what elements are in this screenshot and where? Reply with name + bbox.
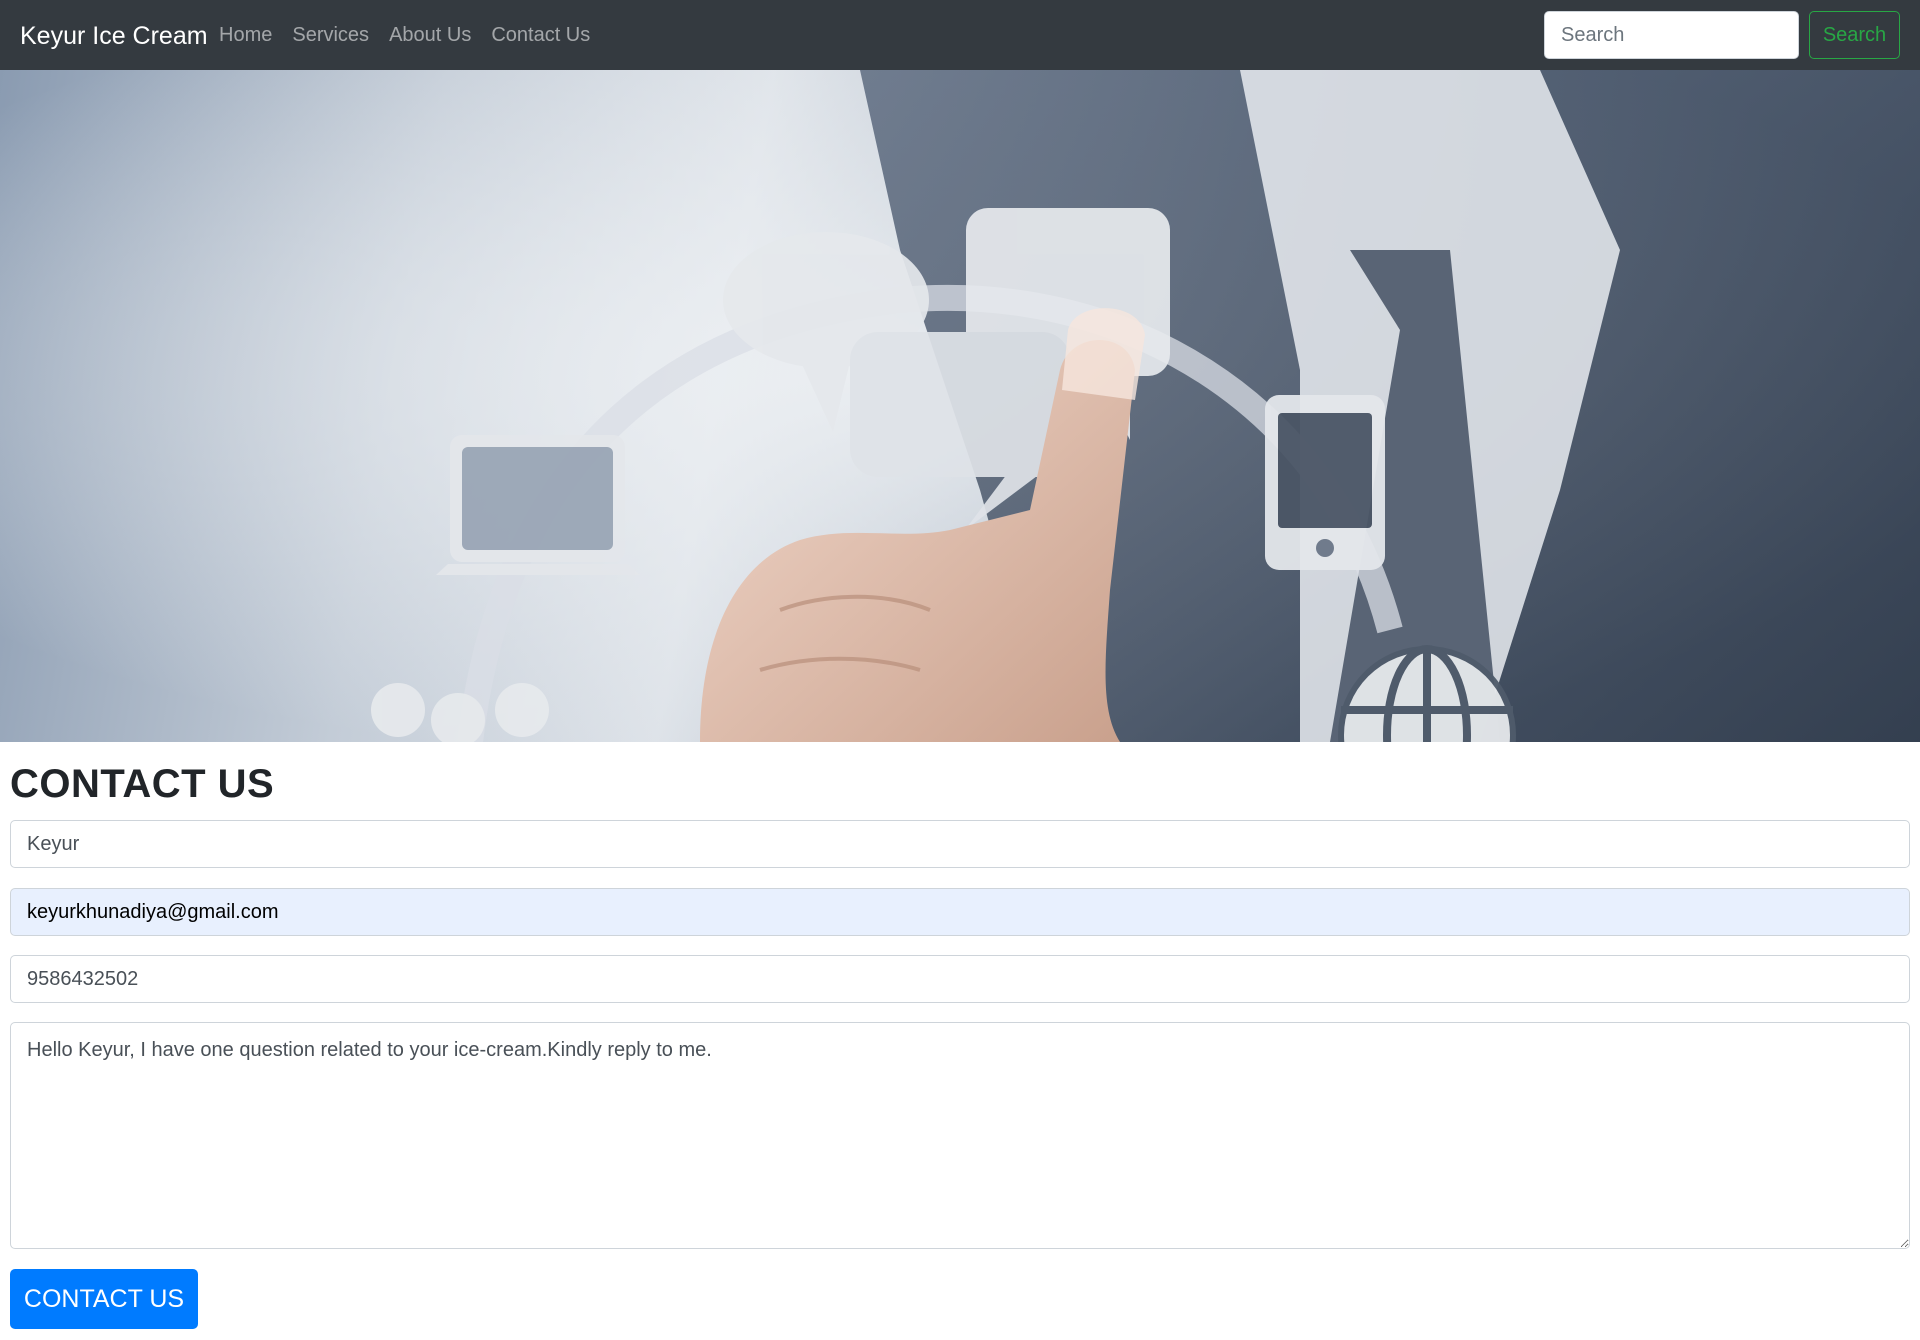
- phone-field[interactable]: [10, 955, 1910, 1003]
- nav-link-about-us[interactable]: About Us: [389, 24, 471, 47]
- email-field[interactable]: [10, 888, 1910, 936]
- nav-links: Home Services About Us Contact Us: [219, 0, 610, 70]
- hero-illustration: [0, 70, 1920, 742]
- search-input[interactable]: [1544, 11, 1799, 59]
- message-textarea[interactable]: Hello Keyur, I have one question related…: [10, 1022, 1910, 1249]
- hero-banner-image: [0, 70, 1920, 742]
- name-field[interactable]: [10, 820, 1910, 868]
- brand-logo-link[interactable]: Keyur Ice Cream: [20, 0, 208, 70]
- top-navbar: Keyur Ice Cream Home Services About Us C…: [0, 0, 1920, 70]
- phone-icon: [1265, 395, 1385, 570]
- nav-link-home[interactable]: Home: [219, 24, 272, 47]
- nav-link-contact-us[interactable]: Contact Us: [491, 24, 590, 47]
- search-button[interactable]: Search: [1809, 11, 1900, 59]
- contact-heading: CONTACT US: [10, 762, 275, 806]
- nav-link-services[interactable]: Services: [292, 24, 369, 47]
- contact-us-submit-button[interactable]: CONTACT US: [10, 1269, 198, 1329]
- laptop-icon: [436, 435, 640, 575]
